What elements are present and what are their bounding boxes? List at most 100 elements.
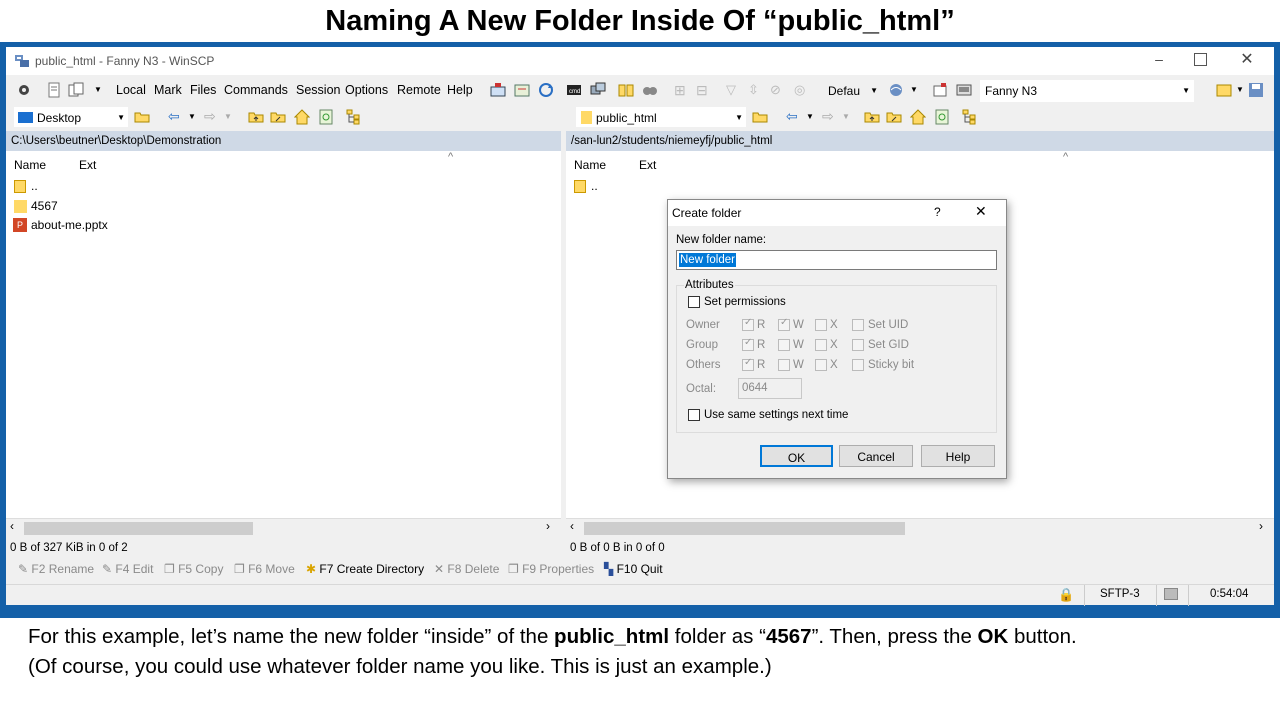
menu-local[interactable]: Local bbox=[116, 83, 146, 97]
local-drive-select[interactable]: Desktop ▼ bbox=[14, 107, 128, 127]
dropdown-arrow-icon[interactable]: ▼ bbox=[94, 85, 102, 94]
chevron-down-icon[interactable]: ▼ bbox=[224, 112, 232, 121]
parent-directory-icon[interactable] bbox=[248, 109, 264, 125]
others-read-checkbox[interactable]: ✓ bbox=[742, 357, 754, 371]
tree-view-icon[interactable] bbox=[346, 109, 362, 125]
new-session-icon[interactable] bbox=[490, 82, 506, 98]
scroll-left-icon[interactable]: ‹ bbox=[10, 519, 14, 533]
list-item[interactable]: 4567 bbox=[12, 198, 312, 216]
sessions-icon[interactable] bbox=[932, 82, 948, 98]
menu-options[interactable]: Options bbox=[345, 83, 388, 97]
disconnect-icon[interactable]: ⊘ bbox=[770, 82, 786, 98]
close-window-button[interactable]: ✕ bbox=[1238, 49, 1256, 69]
f6-move-button[interactable]: ❐ F6 Move bbox=[234, 559, 295, 579]
menu-session[interactable]: Session bbox=[296, 83, 340, 97]
others-exec-checkbox[interactable] bbox=[815, 359, 827, 371]
scroll-left-icon[interactable]: ‹ bbox=[570, 519, 574, 533]
layout-icon[interactable] bbox=[1216, 82, 1232, 98]
local-horizontal-scrollbar[interactable]: ‹ › bbox=[6, 518, 561, 535]
menu-remote[interactable]: Remote bbox=[397, 83, 441, 97]
f4-edit-button[interactable]: ✎ F4 Edit bbox=[102, 559, 153, 579]
owner-read-checkbox[interactable]: ✓ bbox=[742, 317, 754, 331]
open-folder-icon[interactable] bbox=[752, 109, 768, 125]
open-directory-icon[interactable] bbox=[514, 82, 530, 98]
set-permissions-checkbox[interactable] bbox=[688, 296, 700, 308]
tree-view-icon[interactable] bbox=[962, 109, 978, 125]
maximize-button[interactable] bbox=[1194, 53, 1207, 66]
group-read-checkbox[interactable]: ✓ bbox=[742, 337, 754, 351]
remote-col-name[interactable]: Name bbox=[574, 158, 606, 172]
menu-help[interactable]: Help bbox=[447, 83, 473, 97]
local-col-name[interactable]: Name bbox=[14, 158, 46, 172]
owner-write-checkbox[interactable]: ✓ bbox=[778, 317, 790, 331]
putty-icon[interactable] bbox=[590, 82, 606, 98]
session-select[interactable]: Fanny N3 ▼ bbox=[980, 80, 1194, 102]
help-button[interactable]: Help bbox=[921, 445, 995, 467]
octal-input[interactable]: 0644 bbox=[738, 378, 802, 399]
f5-copy-button[interactable]: ❐ F5 Copy bbox=[164, 559, 223, 579]
forward-arrow-icon[interactable]: ⇨ bbox=[204, 108, 216, 125]
cancel-button[interactable]: Cancel bbox=[839, 445, 913, 467]
sticky-bit-checkbox[interactable] bbox=[852, 359, 864, 371]
settings-gear-icon[interactable] bbox=[16, 82, 32, 98]
group-exec-checkbox[interactable] bbox=[815, 339, 827, 351]
save-icon[interactable] bbox=[1248, 82, 1264, 98]
select-minus-icon[interactable]: ⊟ bbox=[696, 82, 712, 98]
set-gid-checkbox[interactable] bbox=[852, 339, 864, 351]
home-icon[interactable] bbox=[909, 109, 927, 125]
list-item[interactable]: P about-me.pptx bbox=[12, 217, 312, 235]
home-icon[interactable] bbox=[293, 109, 311, 125]
root-directory-icon[interactable] bbox=[270, 109, 286, 125]
forward-arrow-icon[interactable]: ⇨ bbox=[822, 108, 834, 125]
filter-icon[interactable]: ▽ bbox=[726, 82, 742, 98]
others-write-checkbox[interactable] bbox=[778, 359, 790, 371]
reconnect-icon[interactable]: ◎ bbox=[794, 82, 810, 98]
chevron-down-icon[interactable]: ▼ bbox=[910, 85, 918, 94]
local-col-ext[interactable]: Ext bbox=[79, 158, 96, 172]
preferences-globe-icon[interactable] bbox=[888, 82, 904, 98]
menu-files[interactable]: Files bbox=[190, 83, 216, 97]
chevron-down-icon[interactable]: ▼ bbox=[1236, 85, 1244, 94]
same-settings-checkbox[interactable] bbox=[688, 409, 700, 421]
remote-col-ext[interactable]: Ext bbox=[639, 158, 656, 172]
refresh-icon[interactable] bbox=[318, 109, 334, 125]
ok-button[interactable]: OK bbox=[760, 445, 833, 467]
chevron-down-icon[interactable]: ▼ bbox=[188, 112, 196, 121]
f7-create-directory-button[interactable]: ✱ F7 Create Directory bbox=[306, 559, 424, 579]
dialog-help-button[interactable]: ? bbox=[934, 205, 941, 219]
scrollbar-thumb[interactable] bbox=[584, 522, 905, 535]
parent-directory-icon[interactable] bbox=[864, 109, 880, 125]
folder-name-input[interactable]: New folder bbox=[676, 250, 997, 270]
terminal-icon[interactable] bbox=[956, 82, 972, 98]
menu-mark[interactable]: Mark bbox=[154, 83, 182, 97]
transfer-settings-select[interactable]: Defau ▼ bbox=[822, 80, 879, 102]
select-plus-icon[interactable]: ⊞ bbox=[674, 82, 690, 98]
open-folder-icon[interactable] bbox=[134, 109, 150, 125]
f2-rename-button[interactable]: ✎ F2 Rename bbox=[18, 559, 94, 579]
find-files-icon[interactable] bbox=[642, 82, 658, 98]
queue-icon[interactable] bbox=[46, 82, 62, 98]
remote-directory-select[interactable]: public_html ▼ bbox=[576, 107, 746, 127]
f8-delete-button[interactable]: ✕ F8 Delete bbox=[434, 559, 499, 579]
menu-commands[interactable]: Commands bbox=[224, 83, 288, 97]
scroll-right-icon[interactable]: › bbox=[546, 519, 550, 533]
back-arrow-icon[interactable]: ⇦ bbox=[168, 108, 180, 125]
owner-exec-checkbox[interactable] bbox=[815, 319, 827, 331]
set-uid-checkbox[interactable] bbox=[852, 319, 864, 331]
back-arrow-icon[interactable]: ⇦ bbox=[786, 108, 798, 125]
scrollbar-thumb[interactable] bbox=[24, 522, 253, 535]
remote-horizontal-scrollbar[interactable]: ‹ › bbox=[566, 518, 1274, 535]
f9-properties-button[interactable]: ❐ F9 Properties bbox=[508, 559, 594, 579]
list-item[interactable]: .. bbox=[12, 178, 312, 196]
dialog-close-button[interactable]: ✕ bbox=[975, 203, 987, 220]
scroll-right-icon[interactable]: › bbox=[1259, 519, 1263, 533]
console-icon[interactable]: cmd bbox=[566, 82, 582, 98]
local-file-list[interactable]: Name Ext ^ .. 4567 P about-me.pptx bbox=[6, 151, 561, 519]
synchronize-icon[interactable] bbox=[68, 82, 84, 98]
refresh-icon[interactable] bbox=[538, 82, 554, 98]
compare-directories-icon[interactable] bbox=[618, 82, 634, 98]
minimize-button[interactable]: – bbox=[1150, 51, 1168, 69]
list-item[interactable]: .. bbox=[572, 178, 652, 196]
chevron-down-icon[interactable]: ▼ bbox=[842, 112, 850, 121]
f10-quit-button[interactable]: ▚ F10 Quit bbox=[604, 559, 663, 579]
